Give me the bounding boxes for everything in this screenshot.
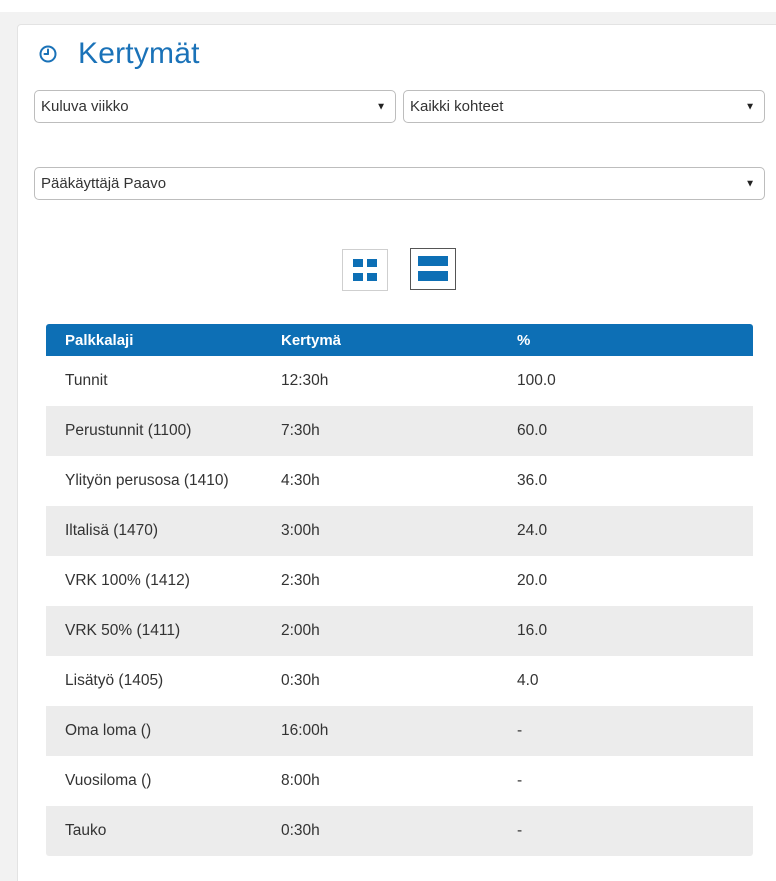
page-title: Kertymät xyxy=(78,37,200,70)
column-header-wage-type: Palkkalaji xyxy=(65,331,134,349)
chevron-down-icon: ▼ xyxy=(745,101,755,112)
wage-type-cell: VRK 50% (1411) xyxy=(65,622,181,639)
user-select-value: Pääkäyttäjä Paavo xyxy=(41,175,167,192)
wage-type-cell: Perustunnit (1100) xyxy=(65,422,192,439)
wage-type-cell: Lisätyö (1405) xyxy=(65,672,164,689)
percent-cell: 4.0 xyxy=(517,672,539,689)
accrual-cell: 2:00h xyxy=(281,622,320,639)
wage-type-cell: Tunnit xyxy=(65,372,108,389)
wage-type-cell: VRK 100% (1412) xyxy=(65,572,190,589)
wage-type-cell: Vuosiloma () xyxy=(65,772,152,789)
table-row: Ylityön perusosa (1410) 4:30h 36.0 xyxy=(46,456,753,506)
list-view-button[interactable] xyxy=(410,248,456,290)
user-select[interactable]: Pääkäyttäjä Paavo ▼ xyxy=(34,167,765,200)
table-row: VRK 100% (1412) 2:30h 20.0 xyxy=(46,556,753,606)
percent-cell: 20.0 xyxy=(517,572,548,589)
percent-cell: 60.0 xyxy=(517,422,548,439)
targets-select[interactable]: Kaikki kohteet ▼ xyxy=(403,90,765,123)
table-row: Tauko 0:30h - xyxy=(46,806,753,856)
wage-type-cell: Oma loma () xyxy=(65,722,152,739)
accrual-cell: 7:30h xyxy=(281,422,320,439)
period-select[interactable]: Kuluva viikko ▼ xyxy=(34,90,396,123)
percent-cell: 24.0 xyxy=(517,522,548,539)
accrual-cell: 8:00h xyxy=(281,772,320,789)
percent-cell: 100.0 xyxy=(517,372,556,389)
percent-cell: 16.0 xyxy=(517,622,548,639)
percent-cell: - xyxy=(517,772,523,789)
table-row: Lisätyö (1405) 0:30h 4.0 xyxy=(46,656,753,706)
accrual-cell: 12:30h xyxy=(281,372,329,389)
wage-type-cell: Iltalisä (1470) xyxy=(65,522,159,539)
column-header-accrual: Kertymä xyxy=(281,331,342,349)
period-select-value: Kuluva viikko xyxy=(41,98,129,115)
percent-cell: - xyxy=(517,722,523,739)
percent-cell: - xyxy=(517,822,523,839)
accrual-cell: 2:30h xyxy=(281,572,320,589)
wage-type-cell: Ylityön perusosa (1410) xyxy=(65,472,229,489)
table-row: Tunnit 12:30h 100.0 xyxy=(46,356,753,406)
list-view-icon xyxy=(418,256,448,281)
table-row: Oma loma () 16:00h - xyxy=(46,706,753,756)
accrual-cell: 3:00h xyxy=(281,522,320,539)
top-strip xyxy=(0,0,776,12)
targets-select-value: Kaikki kohteet xyxy=(410,98,504,115)
chevron-down-icon: ▼ xyxy=(376,101,386,112)
table-row: Vuosiloma () 8:00h - xyxy=(46,756,753,806)
grid-view-button[interactable] xyxy=(342,249,388,291)
wage-type-cell: Tauko xyxy=(65,822,107,839)
accruals-table: Palkkalaji Kertymä % Tunnit 12:30h 100.0… xyxy=(46,324,753,856)
table-header: Palkkalaji Kertymä % xyxy=(46,324,753,356)
grid-view-icon xyxy=(353,259,377,281)
column-header-percent: % xyxy=(517,331,531,349)
accrual-cell: 16:00h xyxy=(281,722,329,739)
title-row: Kertymät xyxy=(38,34,200,74)
table-row: Iltalisä (1470) 3:00h 24.0 xyxy=(46,506,753,556)
chevron-down-icon: ▼ xyxy=(745,178,755,189)
table-row: VRK 50% (1411) 2:00h 16.0 xyxy=(46,606,753,656)
accrual-cell: 0:30h xyxy=(281,672,320,689)
clock-icon xyxy=(39,45,57,63)
table-row: Perustunnit (1100) 7:30h 60.0 xyxy=(46,406,753,456)
accrual-cell: 4:30h xyxy=(281,472,320,489)
percent-cell: 36.0 xyxy=(517,472,548,489)
accrual-cell: 0:30h xyxy=(281,822,320,839)
